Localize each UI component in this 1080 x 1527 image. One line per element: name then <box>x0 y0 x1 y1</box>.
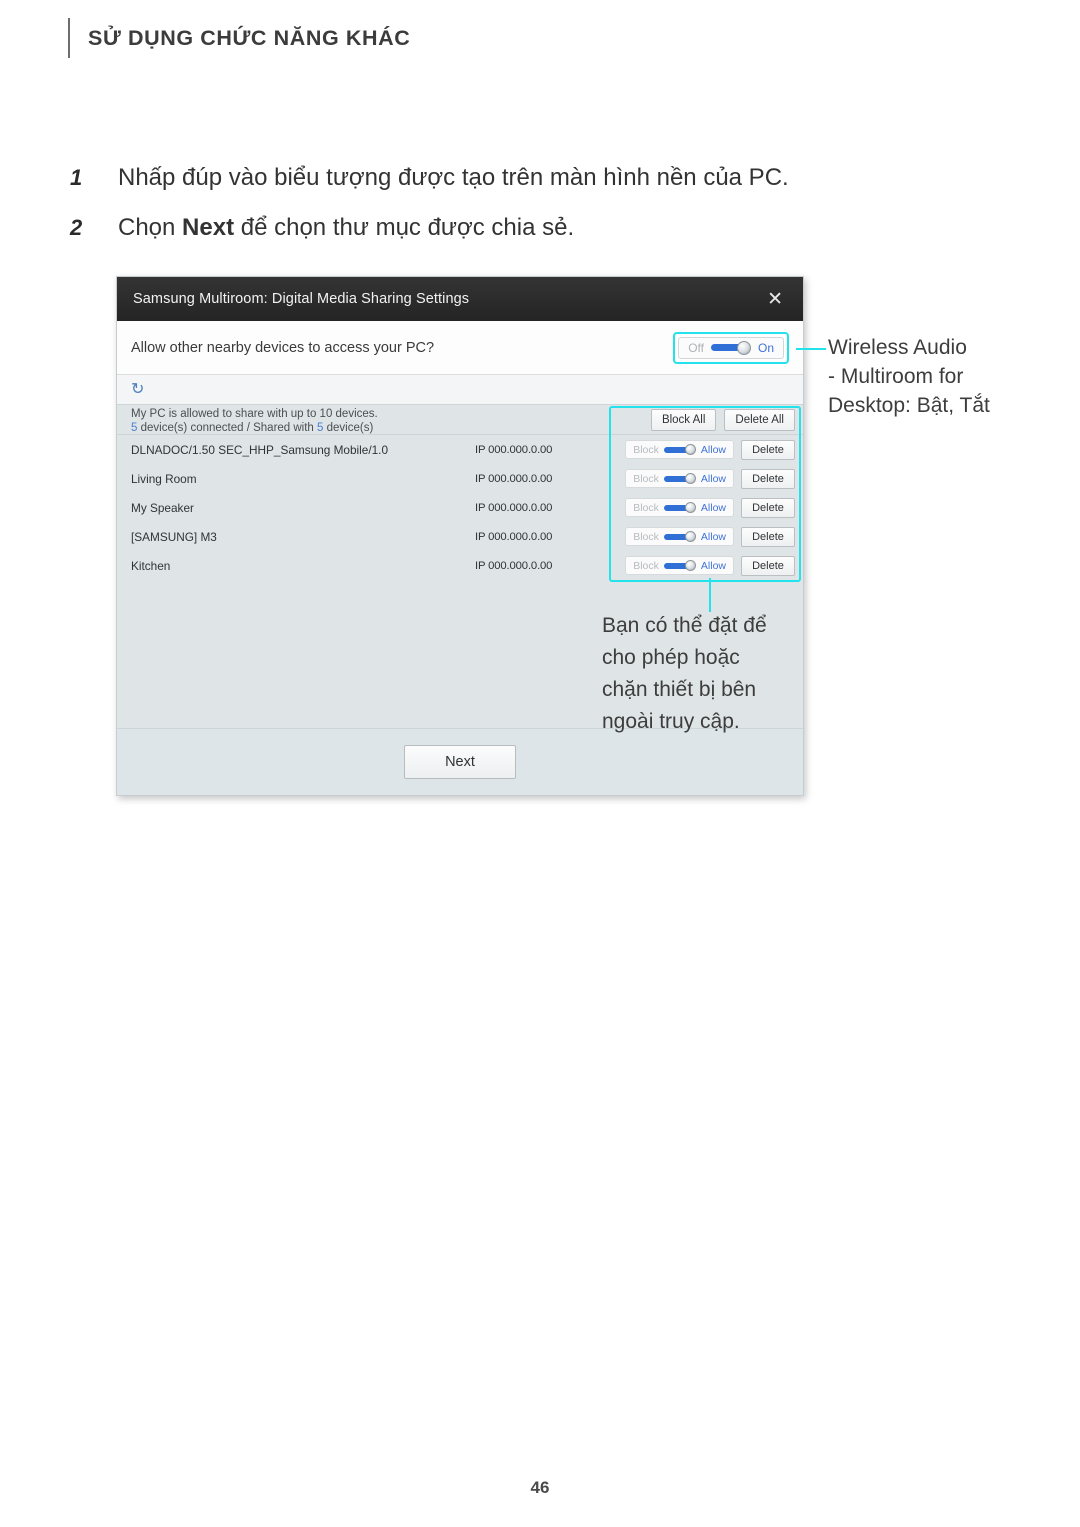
device-ip: IP 000.000.0.00 <box>475 530 553 543</box>
device-name: [SAMSUNG] M3 <box>131 529 217 544</box>
device-controls: Block Allow Delete <box>625 439 795 460</box>
toggle-knob[interactable] <box>736 340 751 355</box>
toggle-off-label: Off <box>688 340 704 355</box>
allow-access-row: Allow other nearby devices to access you… <box>117 321 803 375</box>
block-allow-toggle[interactable]: Block Allow <box>625 527 734 546</box>
step-text-emphasis: Next <box>182 214 235 241</box>
delete-button[interactable]: Delete <box>741 439 795 460</box>
share-info-row: My PC is allowed to share with up to 10 … <box>117 405 803 435</box>
device-name: My Speaker <box>131 500 194 515</box>
block-allow-toggle[interactable]: Block Allow <box>625 469 734 488</box>
step-number: 1 <box>70 165 83 190</box>
refresh-strip: ↻ <box>117 375 803 405</box>
delete-button[interactable]: Delete <box>741 468 795 489</box>
block-label: Block <box>633 530 659 543</box>
toggle-switch[interactable] <box>710 340 751 355</box>
table-row: My Speaker IP 000.000.0.00 Block Allow D… <box>117 493 803 522</box>
dialog-titlebar: Samsung Multiroom: Digital Media Sharing… <box>117 277 803 321</box>
device-name: DLNADOC/1.50 SEC_HHP_Samsung Mobile/1.0 <box>131 442 389 457</box>
toggle-knob[interactable] <box>684 531 696 542</box>
block-allow-toggle[interactable]: Block Allow <box>625 498 734 517</box>
callout-line: chặn thiết bị bên <box>602 678 757 701</box>
toggle-switch[interactable] <box>663 502 696 513</box>
table-row: Kitchen IP 000.000.0.00 Block Allow Dele… <box>117 551 803 580</box>
page-header: SỬ DỤNG CHỨC NĂNG KHÁC <box>68 18 410 58</box>
callout-line: - Multiroom for <box>828 365 964 388</box>
delete-button[interactable]: Delete <box>741 555 795 576</box>
block-label: Block <box>633 501 659 514</box>
close-icon[interactable]: ✕ <box>761 286 789 313</box>
dialog-footer: Next <box>117 728 803 795</box>
toggle-knob[interactable] <box>684 473 696 484</box>
status-tail-text: device(s) <box>323 422 374 434</box>
device-controls: Block Allow Delete <box>625 468 795 489</box>
delete-button[interactable]: Delete <box>741 526 795 547</box>
step-text-part: để chọn thư mục được chia sẻ. <box>234 214 575 241</box>
block-label: Block <box>633 472 659 485</box>
toggle-knob[interactable] <box>684 444 696 455</box>
step-text: Chọn Next để chọn thư mục được chia sẻ. <box>118 213 574 243</box>
delete-all-button[interactable]: Delete All <box>724 409 795 431</box>
table-row: [SAMSUNG] M3 IP 000.000.0.00 Block Allow… <box>117 522 803 551</box>
callout-connector-toggle <box>796 348 826 350</box>
block-all-button[interactable]: Block All <box>650 409 717 431</box>
block-label: Block <box>633 559 659 572</box>
callout-line: Wireless Audio <box>828 336 967 359</box>
callout-connector-devices <box>709 578 711 612</box>
device-ip: IP 000.000.0.00 <box>475 501 553 514</box>
dialog-title: Samsung Multiroom: Digital Media Sharing… <box>133 291 470 307</box>
device-controls: Block Allow Delete <box>625 526 795 547</box>
toggle-knob[interactable] <box>684 502 696 513</box>
block-allow-toggle[interactable]: Block Allow <box>625 556 734 575</box>
delete-button[interactable]: Delete <box>741 497 795 518</box>
allow-label: Allow <box>700 559 726 572</box>
callout-toggle-note: Wireless Audio - Multiroom for Desktop: … <box>828 333 1058 420</box>
device-ip: IP 000.000.0.00 <box>475 443 553 456</box>
toggle-switch[interactable] <box>663 560 696 571</box>
toggle-knob[interactable] <box>684 560 696 571</box>
allow-label: Allow <box>700 472 726 485</box>
table-row: DLNADOC/1.50 SEC_HHP_Samsung Mobile/1.0 … <box>117 435 803 464</box>
step-text-part: Chọn <box>118 214 183 241</box>
step-item: 1 Nhấp đúp vào biểu tượng được tạo trên … <box>70 163 970 193</box>
refresh-icon[interactable]: ↻ <box>131 381 144 398</box>
step-text: Nhấp đúp vào biểu tượng được tạo trên mà… <box>118 163 789 193</box>
device-ip: IP 000.000.0.00 <box>475 472 553 485</box>
block-label: Block <box>633 443 659 456</box>
callout-line: Desktop: Bật, Tắt <box>828 394 990 417</box>
device-ip: IP 000.000.0.00 <box>475 559 553 572</box>
allow-label: Allow <box>700 501 726 514</box>
instruction-steps: 1 Nhấp đúp vào biểu tượng được tạo trên … <box>70 163 970 263</box>
next-button[interactable]: Next <box>404 745 516 779</box>
table-row: Living Room IP 000.000.0.00 Block Allow … <box>117 464 803 493</box>
master-access-toggle[interactable]: Off On <box>678 336 784 359</box>
toggle-switch[interactable] <box>663 473 696 484</box>
allow-label: Allow <box>700 443 726 456</box>
toggle-switch[interactable] <box>663 531 696 542</box>
allow-access-label: Allow other nearby devices to access you… <box>131 339 435 356</box>
toggle-switch[interactable] <box>663 444 696 455</box>
step-text-part: Nhấp đúp vào biểu tượng được tạo trên mà… <box>118 164 789 191</box>
callout-line: ngoài truy cập. <box>602 710 740 733</box>
device-controls: Block Allow Delete <box>625 555 795 576</box>
device-name: Kitchen <box>131 558 171 573</box>
callout-line: cho phép hoặc <box>602 646 740 669</box>
callout-devices-note: Bạn có thể đặt để cho phép hoặc chặn thi… <box>602 610 812 738</box>
bulk-action-buttons: Block All Delete All <box>650 409 795 431</box>
page-title: SỬ DỤNG CHỨC NĂNG KHÁC <box>88 25 411 50</box>
callout-line: Bạn có thể đặt để <box>602 614 767 637</box>
master-toggle-highlight: Off On <box>673 331 789 364</box>
step-item: 2 Chọn Next để chọn thư mục được chia sẻ… <box>70 213 970 243</box>
allow-label: Allow <box>700 530 726 543</box>
toggle-on-label: On <box>757 340 774 355</box>
device-name: Living Room <box>131 471 197 486</box>
header-accent-rule <box>68 18 70 58</box>
step-number: 2 <box>70 215 83 240</box>
status-mid-text: device(s) connected / Shared with <box>137 422 318 434</box>
block-allow-toggle[interactable]: Block Allow <box>625 440 734 459</box>
device-controls: Block Allow Delete <box>625 497 795 518</box>
page-number: 46 <box>530 1478 550 1497</box>
